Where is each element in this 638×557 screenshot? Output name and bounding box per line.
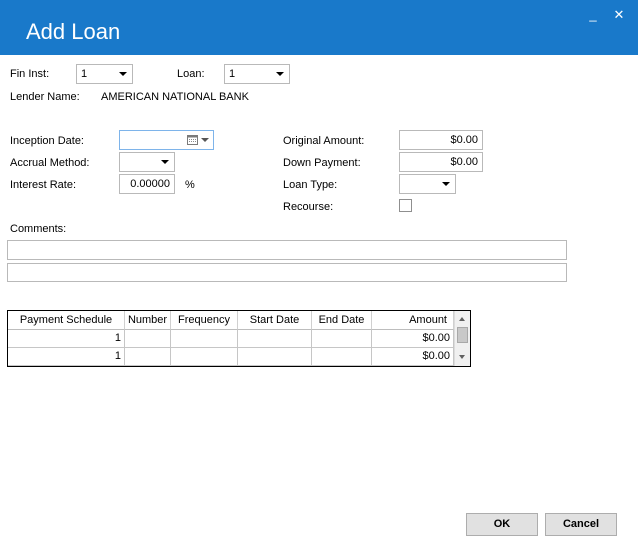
comments-field-line-2[interactable] [7,263,567,282]
column-header-amount[interactable]: Amount [372,311,454,330]
calendar-icon[interactable] [187,135,198,145]
column-header-end-date[interactable]: End Date [312,311,372,330]
cell-amount[interactable]: $0.00 [372,348,454,366]
percent-unit: % [185,179,195,191]
cell-number[interactable] [125,330,171,348]
ok-button[interactable]: OK [466,513,538,536]
fin-inst-value: 1 [81,68,88,80]
scrollbar-thumb[interactable] [457,327,468,343]
cell-start-date[interactable] [238,348,312,366]
lender-name-label: Lender Name: [10,91,80,103]
fin-inst-dropdown[interactable]: 1 [76,64,133,84]
close-icon[interactable]: ✕ [612,8,626,22]
chevron-down-icon [201,138,209,142]
cancel-button[interactable]: Cancel [545,513,617,536]
comments-label: Comments: [10,223,67,235]
cell-end-date[interactable] [312,330,372,348]
down-payment-value: $0.00 [450,156,478,168]
down-payment-field[interactable]: $0.00 [399,152,483,172]
lender-name-value: AMERICAN NATIONAL BANK [101,91,249,103]
chevron-down-icon [276,72,284,76]
inception-date-picker[interactable] [119,130,214,150]
loan-label: Loan: [177,68,205,80]
scroll-up-icon[interactable] [459,317,465,321]
loan-dropdown[interactable]: 1 [224,64,290,84]
payment-schedule-grid[interactable]: Payment Schedule Number Frequency Start … [7,310,471,367]
cell-start-date[interactable] [238,330,312,348]
cell-frequency[interactable] [171,348,238,366]
interest-rate-label: Interest Rate: [10,179,77,191]
comments-field-line-1[interactable] [7,240,567,260]
original-amount-field[interactable]: $0.00 [399,130,483,150]
loan-value: 1 [229,68,236,80]
chevron-down-icon [119,72,127,76]
cell-amount[interactable]: $0.00 [372,330,454,348]
cell-payment-schedule[interactable]: 1 [8,330,125,348]
interest-rate-value: 0.00000 [130,178,170,190]
chevron-down-icon [161,160,169,164]
recourse-label: Recourse: [283,201,334,213]
accrual-method-dropdown[interactable] [119,152,175,172]
loan-type-label: Loan Type: [283,179,338,191]
chevron-down-icon [442,182,450,186]
window-title: Add Loan [26,19,121,44]
column-header-payment-schedule[interactable]: Payment Schedule [8,311,125,330]
recourse-checkbox[interactable] [399,199,412,212]
cell-frequency[interactable] [171,330,238,348]
interest-rate-field[interactable]: 0.00000 [119,174,175,194]
down-payment-label: Down Payment: [283,157,361,169]
scroll-down-icon[interactable] [459,355,465,359]
loan-type-dropdown[interactable] [399,174,456,194]
cell-payment-schedule[interactable]: 1 [8,348,125,366]
cell-number[interactable] [125,348,171,366]
column-header-frequency[interactable]: Frequency [171,311,238,330]
vertical-scrollbar[interactable] [454,311,470,366]
minimize-icon[interactable]: _ [586,8,600,22]
column-header-number[interactable]: Number [125,311,171,330]
fin-inst-label: Fin Inst: [10,68,50,80]
original-amount-value: $0.00 [450,134,478,146]
original-amount-label: Original Amount: [283,135,365,147]
cell-end-date[interactable] [312,348,372,366]
inception-date-label: Inception Date: [10,135,84,147]
column-header-start-date[interactable]: Start Date [238,311,312,330]
accrual-method-label: Accrual Method: [10,157,90,169]
title-bar: Add Loan _ ✕ [0,0,638,55]
